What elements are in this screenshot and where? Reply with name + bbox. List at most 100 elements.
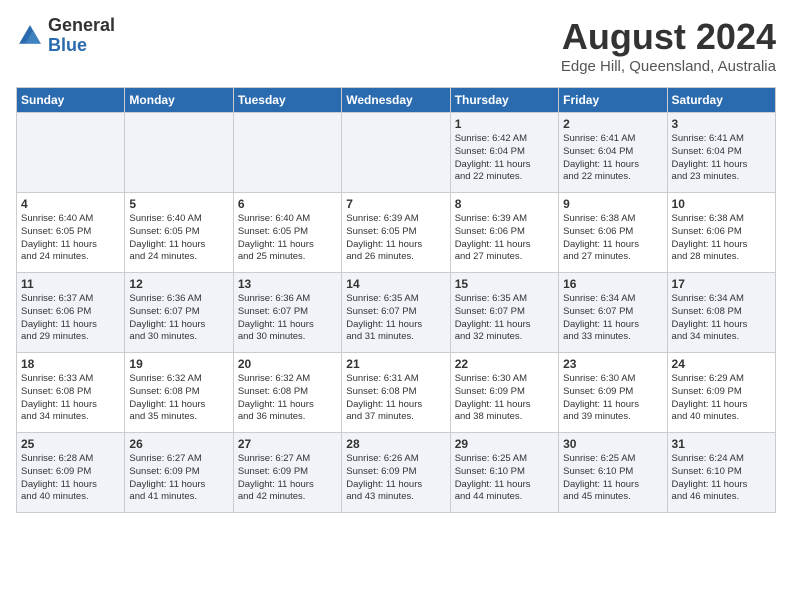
logo: General Blue bbox=[16, 16, 115, 56]
day-number: 30 bbox=[563, 437, 662, 451]
day-header-thursday: Thursday bbox=[450, 88, 558, 113]
title-block: August 2024 Edge Hill, Queensland, Austr… bbox=[561, 16, 776, 75]
cell-info: Sunrise: 6:25 AM Sunset: 6:10 PM Dayligh… bbox=[455, 453, 554, 504]
cell-info: Sunrise: 6:39 AM Sunset: 6:06 PM Dayligh… bbox=[455, 213, 554, 264]
calendar-cell bbox=[233, 113, 341, 193]
cell-info: Sunrise: 6:36 AM Sunset: 6:07 PM Dayligh… bbox=[129, 293, 228, 344]
day-number: 23 bbox=[563, 357, 662, 371]
calendar-cell bbox=[17, 113, 125, 193]
calendar-cell: 29 Sunrise: 6:25 AM Sunset: 6:10 PM Dayli… bbox=[450, 433, 558, 513]
day-number: 31 bbox=[672, 437, 771, 451]
day-number: 7 bbox=[346, 197, 445, 211]
logo-icon bbox=[16, 22, 44, 50]
cell-info: Sunrise: 6:37 AM Sunset: 6:06 PM Dayligh… bbox=[21, 293, 120, 344]
cell-info: Sunrise: 6:26 AM Sunset: 6:09 PM Dayligh… bbox=[346, 453, 445, 504]
cell-info: Sunrise: 6:38 AM Sunset: 6:06 PM Dayligh… bbox=[563, 213, 662, 264]
day-number: 17 bbox=[672, 277, 771, 291]
location-text: Edge Hill, Queensland, Australia bbox=[561, 58, 776, 75]
cell-info: Sunrise: 6:30 AM Sunset: 6:09 PM Dayligh… bbox=[563, 373, 662, 424]
cell-info: Sunrise: 6:33 AM Sunset: 6:08 PM Dayligh… bbox=[21, 373, 120, 424]
calendar-cell: 31 Sunrise: 6:24 AM Sunset: 6:10 PM Dayli… bbox=[667, 433, 775, 513]
calendar-cell: 2Sunrise: 6:41 AM Sunset: 6:04 PM Daylig… bbox=[559, 113, 667, 193]
calendar-week-row: 1Sunrise: 6:42 AM Sunset: 6:04 PM Daylig… bbox=[17, 113, 776, 193]
calendar-cell: 22 Sunrise: 6:30 AM Sunset: 6:09 PM Dayli… bbox=[450, 353, 558, 433]
cell-info: Sunrise: 6:34 AM Sunset: 6:08 PM Dayligh… bbox=[672, 293, 771, 344]
calendar-cell: 9 Sunrise: 6:38 AM Sunset: 6:06 PM Daylig… bbox=[559, 193, 667, 273]
day-number: 29 bbox=[455, 437, 554, 451]
calendar-cell: 4Sunrise: 6:40 AM Sunset: 6:05 PM Daylig… bbox=[17, 193, 125, 273]
calendar-cell: 5 Sunrise: 6:40 AM Sunset: 6:05 PM Daylig… bbox=[125, 193, 233, 273]
calendar-week-row: 25 Sunrise: 6:28 AM Sunset: 6:09 PM Dayli… bbox=[17, 433, 776, 513]
day-header-monday: Monday bbox=[125, 88, 233, 113]
calendar-cell: 23 Sunrise: 6:30 AM Sunset: 6:09 PM Dayli… bbox=[559, 353, 667, 433]
day-number: 24 bbox=[672, 357, 771, 371]
day-number: 1 bbox=[455, 117, 554, 131]
day-number: 18 bbox=[21, 357, 120, 371]
day-header-friday: Friday bbox=[559, 88, 667, 113]
day-number: 11 bbox=[21, 277, 120, 291]
day-number: 19 bbox=[129, 357, 228, 371]
cell-info: Sunrise: 6:24 AM Sunset: 6:10 PM Dayligh… bbox=[672, 453, 771, 504]
calendar-table: SundayMondayTuesdayWednesdayThursdayFrid… bbox=[16, 87, 776, 513]
cell-info: Sunrise: 6:40 AM Sunset: 6:05 PM Dayligh… bbox=[21, 213, 120, 264]
day-header-saturday: Saturday bbox=[667, 88, 775, 113]
calendar-cell: 10 Sunrise: 6:38 AM Sunset: 6:06 PM Dayli… bbox=[667, 193, 775, 273]
day-number: 12 bbox=[129, 277, 228, 291]
calendar-cell: 24 Sunrise: 6:29 AM Sunset: 6:09 PM Dayli… bbox=[667, 353, 775, 433]
day-number: 10 bbox=[672, 197, 771, 211]
cell-info: Sunrise: 6:41 AM Sunset: 6:04 PM Dayligh… bbox=[672, 133, 771, 184]
day-number: 9 bbox=[563, 197, 662, 211]
cell-info: Sunrise: 6:27 AM Sunset: 6:09 PM Dayligh… bbox=[238, 453, 337, 504]
cell-info: Sunrise: 6:31 AM Sunset: 6:08 PM Dayligh… bbox=[346, 373, 445, 424]
calendar-header-row: SundayMondayTuesdayWednesdayThursdayFrid… bbox=[17, 88, 776, 113]
day-header-tuesday: Tuesday bbox=[233, 88, 341, 113]
calendar-cell: 21 Sunrise: 6:31 AM Sunset: 6:08 PM Dayli… bbox=[342, 353, 450, 433]
day-number: 8 bbox=[455, 197, 554, 211]
calendar-cell: 27Sunrise: 6:27 AM Sunset: 6:09 PM Dayli… bbox=[233, 433, 341, 513]
day-header-sunday: Sunday bbox=[17, 88, 125, 113]
day-number: 26 bbox=[129, 437, 228, 451]
cell-info: Sunrise: 6:38 AM Sunset: 6:06 PM Dayligh… bbox=[672, 213, 771, 264]
calendar-week-row: 18 Sunrise: 6:33 AM Sunset: 6:08 PM Dayli… bbox=[17, 353, 776, 433]
calendar-week-row: 11 Sunrise: 6:37 AM Sunset: 6:06 PM Dayli… bbox=[17, 273, 776, 353]
calendar-cell: 14Sunrise: 6:35 AM Sunset: 6:07 PM Dayli… bbox=[342, 273, 450, 353]
calendar-cell: 8 Sunrise: 6:39 AM Sunset: 6:06 PM Daylig… bbox=[450, 193, 558, 273]
day-number: 21 bbox=[346, 357, 445, 371]
day-number: 15 bbox=[455, 277, 554, 291]
page-header: General Blue August 2024 Edge Hill, Quee… bbox=[16, 16, 776, 75]
cell-info: Sunrise: 6:32 AM Sunset: 6:08 PM Dayligh… bbox=[238, 373, 337, 424]
cell-info: Sunrise: 6:41 AM Sunset: 6:04 PM Dayligh… bbox=[563, 133, 662, 184]
logo-general-text: General bbox=[48, 15, 115, 35]
cell-info: Sunrise: 6:40 AM Sunset: 6:05 PM Dayligh… bbox=[129, 213, 228, 264]
calendar-cell: 25 Sunrise: 6:28 AM Sunset: 6:09 PM Dayli… bbox=[17, 433, 125, 513]
calendar-cell: 13Sunrise: 6:36 AM Sunset: 6:07 PM Dayli… bbox=[233, 273, 341, 353]
logo-blue-text: Blue bbox=[48, 35, 87, 55]
month-title: August 2024 bbox=[561, 16, 776, 58]
cell-info: Sunrise: 6:28 AM Sunset: 6:09 PM Dayligh… bbox=[21, 453, 120, 504]
day-number: 20 bbox=[238, 357, 337, 371]
day-number: 28 bbox=[346, 437, 445, 451]
cell-info: Sunrise: 6:40 AM Sunset: 6:05 PM Dayligh… bbox=[238, 213, 337, 264]
cell-info: Sunrise: 6:30 AM Sunset: 6:09 PM Dayligh… bbox=[455, 373, 554, 424]
calendar-cell: 30Sunrise: 6:25 AM Sunset: 6:10 PM Dayli… bbox=[559, 433, 667, 513]
cell-info: Sunrise: 6:35 AM Sunset: 6:07 PM Dayligh… bbox=[455, 293, 554, 344]
cell-info: Sunrise: 6:32 AM Sunset: 6:08 PM Dayligh… bbox=[129, 373, 228, 424]
calendar-cell bbox=[125, 113, 233, 193]
day-number: 5 bbox=[129, 197, 228, 211]
calendar-cell: 16Sunrise: 6:34 AM Sunset: 6:07 PM Dayli… bbox=[559, 273, 667, 353]
cell-info: Sunrise: 6:29 AM Sunset: 6:09 PM Dayligh… bbox=[672, 373, 771, 424]
calendar-cell: 17 Sunrise: 6:34 AM Sunset: 6:08 PM Dayli… bbox=[667, 273, 775, 353]
calendar-cell: 11 Sunrise: 6:37 AM Sunset: 6:06 PM Dayli… bbox=[17, 273, 125, 353]
calendar-cell: 15 Sunrise: 6:35 AM Sunset: 6:07 PM Dayli… bbox=[450, 273, 558, 353]
calendar-cell: 19 Sunrise: 6:32 AM Sunset: 6:08 PM Dayli… bbox=[125, 353, 233, 433]
calendar-cell: 12 Sunrise: 6:36 AM Sunset: 6:07 PM Dayli… bbox=[125, 273, 233, 353]
calendar-cell: 28 Sunrise: 6:26 AM Sunset: 6:09 PM Dayli… bbox=[342, 433, 450, 513]
day-number: 3 bbox=[672, 117, 771, 131]
day-number: 25 bbox=[21, 437, 120, 451]
day-number: 14 bbox=[346, 277, 445, 291]
day-header-wednesday: Wednesday bbox=[342, 88, 450, 113]
day-number: 16 bbox=[563, 277, 662, 291]
day-number: 6 bbox=[238, 197, 337, 211]
calendar-cell: 20 Sunrise: 6:32 AM Sunset: 6:08 PM Dayli… bbox=[233, 353, 341, 433]
day-number: 22 bbox=[455, 357, 554, 371]
